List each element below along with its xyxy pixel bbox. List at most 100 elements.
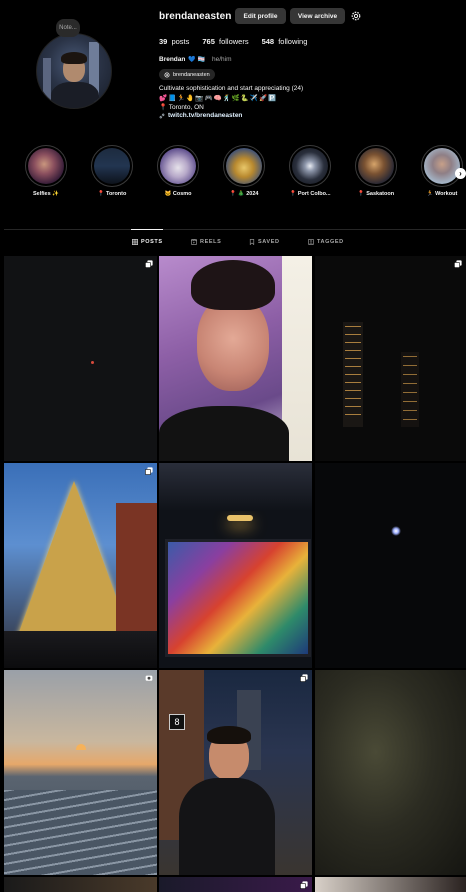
highlights-next-chevron-icon[interactable]: › bbox=[455, 168, 466, 179]
tab-posts[interactable]: POSTS bbox=[132, 239, 163, 245]
highlight-cosmo[interactable]: 🐱 Cosmo bbox=[156, 145, 200, 197]
post-painting bbox=[165, 539, 311, 657]
highlight-label: Selfies ✨ bbox=[32, 191, 60, 197]
following-count: 548 bbox=[261, 37, 275, 46]
highlight-port-colborne[interactable]: 📍 Port Colbo... bbox=[288, 145, 332, 197]
highlight-2024[interactable]: 📍 🎄 2024 bbox=[222, 145, 266, 197]
following-stat[interactable]: 548 following bbox=[262, 37, 308, 46]
post-thumbnail[interactable] bbox=[4, 670, 157, 875]
post-thumbnail[interactable] bbox=[4, 877, 157, 892]
highlight-selfies[interactable]: Selfies ✨ bbox=[24, 145, 68, 197]
profile-link[interactable]: twitch.tv/brendaneasten bbox=[159, 112, 242, 119]
post-thumbnail[interactable] bbox=[159, 256, 312, 461]
link-icon bbox=[159, 113, 165, 118]
bio-location: 📍 Toronto, ON bbox=[159, 104, 204, 111]
carousel-icon bbox=[300, 881, 308, 889]
tab-label: TAGGED bbox=[317, 239, 344, 245]
highlight-label: 📍 Toronto bbox=[97, 191, 127, 197]
post-thumbnail[interactable] bbox=[315, 256, 466, 461]
view-archive-button[interactable]: View archive bbox=[290, 8, 345, 24]
posts-count: 39 bbox=[159, 37, 168, 46]
following-label: following bbox=[278, 37, 308, 46]
profile-stats: 39 posts 765 followers 548 following bbox=[159, 37, 307, 46]
carousel-icon bbox=[300, 674, 308, 682]
post-shirt bbox=[159, 406, 289, 461]
post-person-shirt bbox=[179, 778, 275, 875]
bookmark-icon bbox=[249, 239, 255, 245]
posts-stat: 39 posts bbox=[159, 37, 189, 46]
carousel-icon bbox=[454, 260, 462, 268]
carousel-icon bbox=[145, 260, 153, 268]
followers-stat[interactable]: 765 followers bbox=[202, 37, 248, 46]
highlight-label: 📍 Saskatoon bbox=[357, 191, 395, 197]
tab-reels[interactable]: REELS bbox=[191, 239, 221, 245]
post-building-lights bbox=[345, 326, 361, 421]
settings-gear-icon[interactable] bbox=[350, 10, 362, 22]
posts-label: posts bbox=[171, 37, 190, 46]
post-face bbox=[197, 296, 269, 391]
active-tab-indicator bbox=[131, 229, 163, 230]
bio-line: Cultivate sophistication and start appre… bbox=[159, 85, 304, 92]
post-hair bbox=[191, 260, 275, 310]
display-name: Brendan bbox=[159, 56, 186, 63]
post-star-glow bbox=[391, 526, 401, 536]
grid-icon bbox=[132, 239, 138, 245]
threads-handle: brendaneasten bbox=[173, 71, 210, 78]
highlight-ring bbox=[223, 145, 265, 187]
highlight-cover bbox=[424, 148, 460, 184]
avatar-building bbox=[43, 58, 51, 108]
highlight-label: 🐱 Cosmo bbox=[164, 191, 192, 197]
avatar-shirt bbox=[51, 82, 99, 108]
tab-label: REELS bbox=[200, 239, 222, 245]
camera-icon bbox=[145, 675, 153, 681]
highlight-toronto[interactable]: 📍 Toronto bbox=[90, 145, 134, 197]
highlight-label: 📍 🎄 2024 bbox=[229, 191, 259, 197]
post-thumbnail[interactable] bbox=[159, 877, 312, 892]
highlight-ring bbox=[421, 145, 463, 187]
tab-label: POSTS bbox=[141, 239, 163, 245]
highlight-cover bbox=[358, 148, 394, 184]
highlight-ring bbox=[157, 145, 199, 187]
post-crowd bbox=[4, 631, 157, 668]
tab-tagged[interactable]: TAGGED bbox=[308, 239, 344, 245]
reels-icon bbox=[191, 239, 197, 245]
post-thumbnail[interactable] bbox=[315, 877, 466, 892]
threads-icon bbox=[164, 71, 170, 78]
tab-saved[interactable]: SAVED bbox=[249, 239, 280, 245]
profile-username: brendaneasten bbox=[159, 11, 232, 22]
post-sun bbox=[76, 744, 86, 750]
avatar-hair bbox=[61, 52, 87, 64]
pronouns: he/him bbox=[211, 56, 232, 63]
tabs-divider bbox=[4, 229, 466, 230]
bio-emoji-line: 💕📘🏃🤚📷🎮🧠🕺🌿🐍✈️🚀🅿️ bbox=[159, 95, 278, 102]
highlight-ring bbox=[25, 145, 67, 187]
note-bubble[interactable]: Note... bbox=[56, 19, 80, 37]
highlight-ring bbox=[355, 145, 397, 187]
post-light-dot bbox=[91, 361, 94, 364]
post-waves bbox=[4, 790, 157, 875]
post-sign: 8 bbox=[169, 714, 185, 730]
post-person-hair bbox=[207, 726, 251, 744]
highlight-saskatoon[interactable]: 📍 Saskatoon bbox=[354, 145, 398, 197]
post-guitar-shadow bbox=[159, 463, 312, 511]
post-thumbnail[interactable] bbox=[315, 670, 466, 875]
display-name-line: Brendan 💙 🏳️‍⚧️ he/him bbox=[159, 56, 232, 63]
highlight-cover bbox=[28, 148, 64, 184]
tagged-icon bbox=[308, 239, 314, 245]
edit-profile-button[interactable]: Edit profile bbox=[235, 8, 286, 24]
highlight-cover bbox=[226, 148, 262, 184]
profile-avatar[interactable] bbox=[36, 33, 112, 109]
post-brick-building bbox=[116, 503, 157, 633]
post-wall-lamp bbox=[227, 515, 253, 521]
post-thumbnail[interactable] bbox=[315, 463, 466, 668]
followers-count: 765 bbox=[202, 37, 215, 46]
post-thumbnail[interactable] bbox=[159, 463, 312, 668]
highlight-cover bbox=[160, 148, 196, 184]
highlight-ring bbox=[91, 145, 133, 187]
post-thumbnail[interactable]: 8 bbox=[159, 670, 312, 875]
threads-badge[interactable]: brendaneasten bbox=[159, 69, 215, 80]
post-thumbnail[interactable] bbox=[4, 463, 157, 668]
tab-label: SAVED bbox=[258, 239, 280, 245]
post-thumbnail[interactable] bbox=[4, 256, 157, 461]
post-building-lights bbox=[403, 356, 417, 421]
